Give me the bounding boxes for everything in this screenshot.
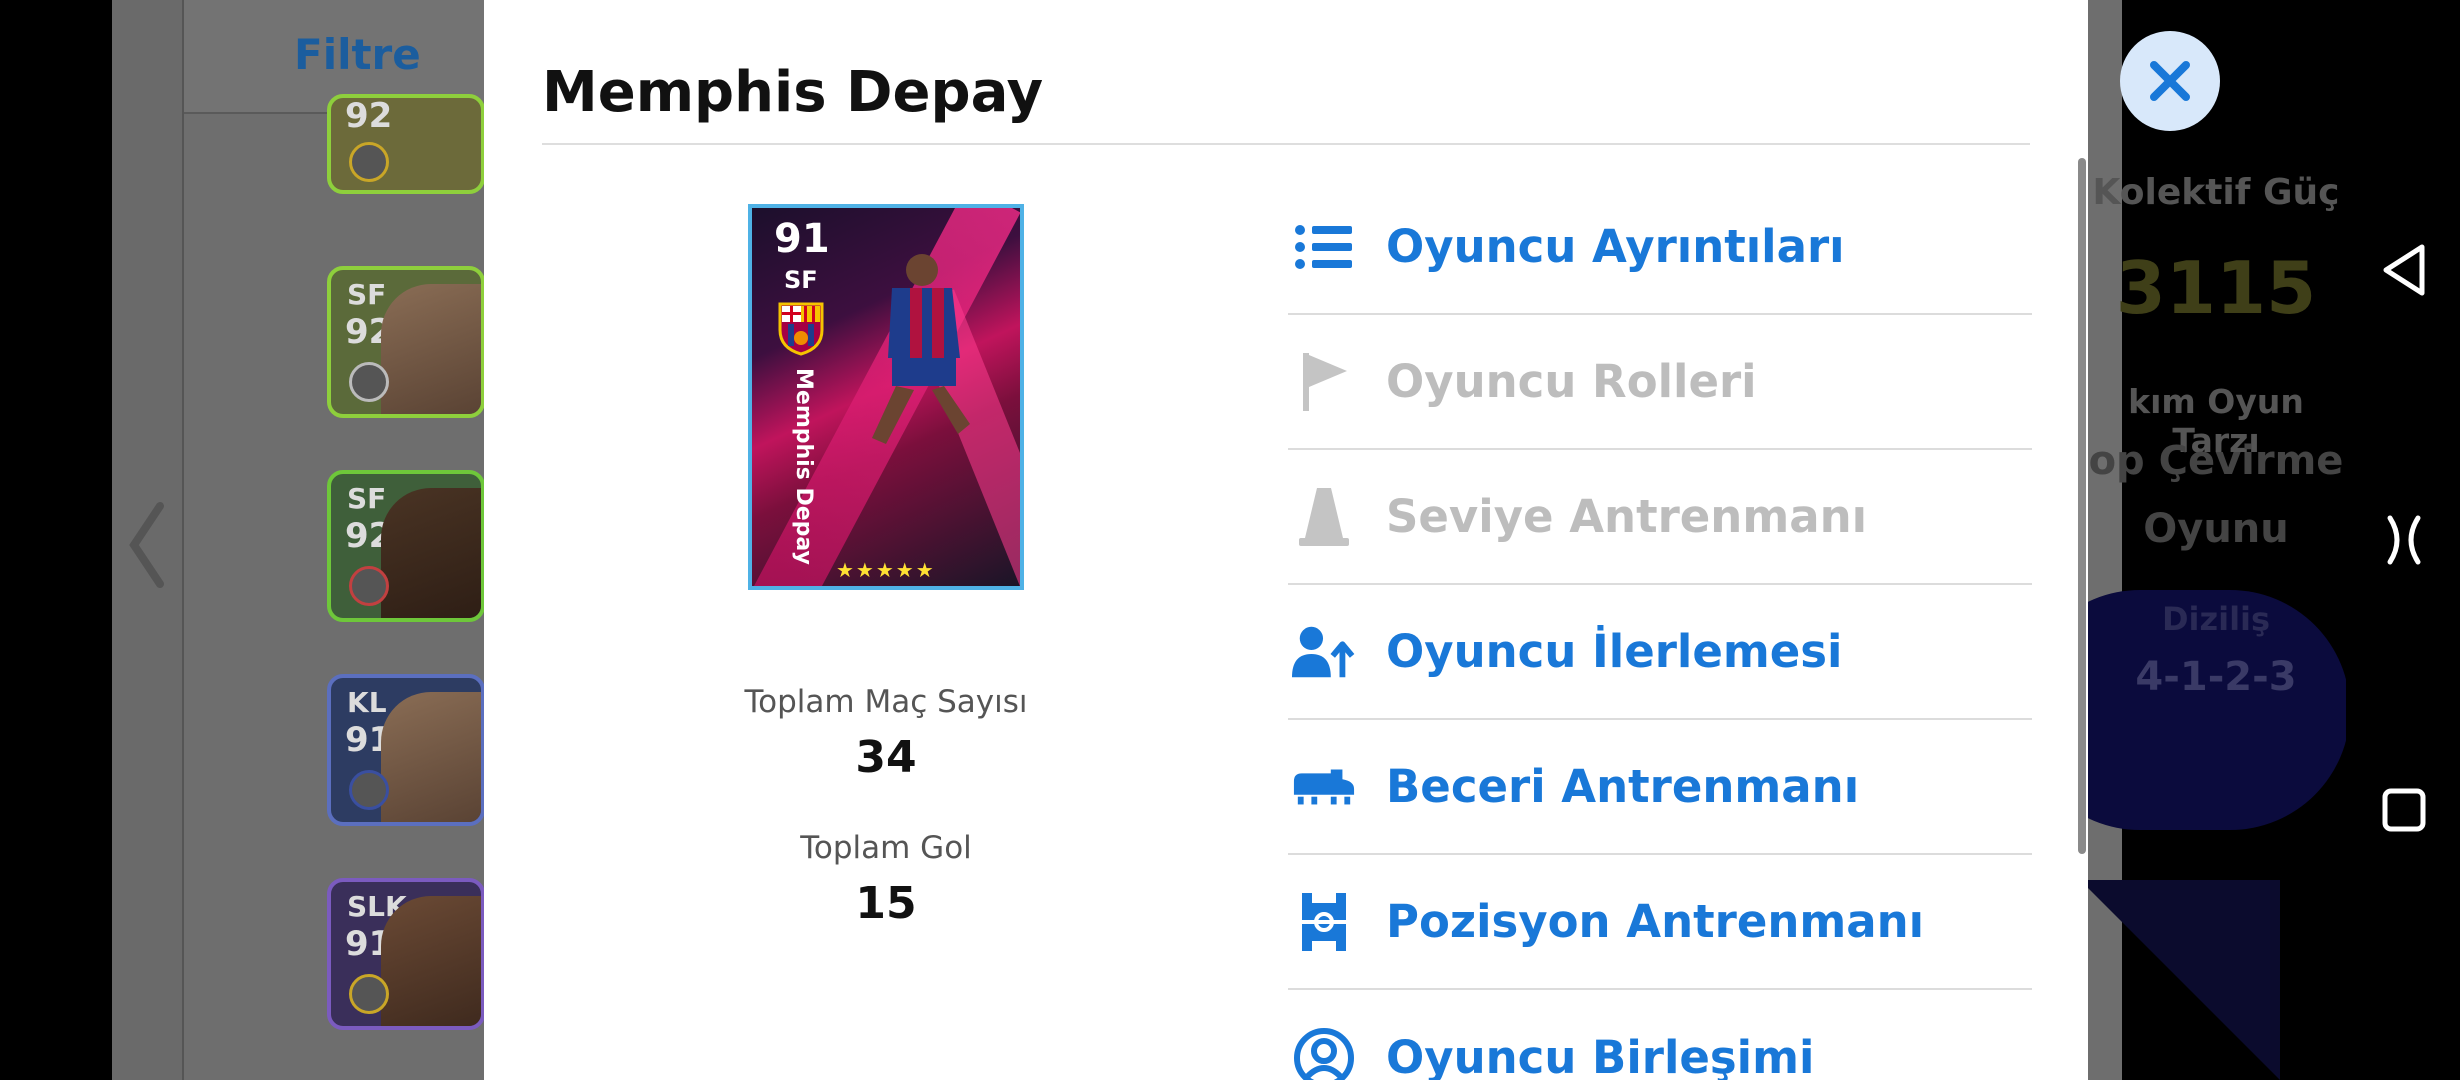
menu-label: Oyuncu İlerlemesi bbox=[1386, 625, 1843, 678]
background-player-card[interactable]: SLK 91 bbox=[327, 878, 485, 1030]
background-left-column bbox=[112, 0, 184, 1080]
menu-label: Beceri Antrenmanı bbox=[1386, 760, 1860, 813]
club-badge-icon bbox=[349, 974, 389, 1014]
menu-label: Oyuncu Rolleri bbox=[1386, 355, 1757, 408]
pitch-icon bbox=[1292, 890, 1356, 954]
player-options-menu: Oyuncu Ayrıntıları Oyuncu Rolleri Seviye… bbox=[1288, 180, 2032, 1080]
club-badge-icon bbox=[349, 770, 389, 810]
cone-icon bbox=[1292, 485, 1356, 549]
menu-item-player-progression[interactable]: Oyuncu İlerlemesi bbox=[1288, 585, 2032, 720]
club-badge-icon bbox=[349, 362, 389, 402]
background-team-info: Kolektif Güç 3115 kım Oyun Tarzı op Çevi… bbox=[2086, 0, 2346, 1080]
total-matches-value: 34 bbox=[855, 732, 917, 783]
player-image bbox=[872, 254, 970, 444]
android-nav-bar bbox=[2346, 0, 2460, 1080]
formation-label: Diziliş bbox=[2161, 600, 2271, 638]
square-icon bbox=[2382, 788, 2426, 832]
list-icon bbox=[1292, 215, 1356, 279]
total-goals-value: 15 bbox=[855, 878, 917, 929]
collective-power-value: 3115 bbox=[2115, 246, 2317, 330]
home-button[interactable] bbox=[2376, 782, 2432, 838]
card-rating: 91 bbox=[774, 216, 830, 262]
player-face-icon bbox=[381, 284, 481, 414]
menu-item-position-training[interactable]: Pozisyon Antrenmanı bbox=[1288, 855, 2032, 990]
background-player-card[interactable]: SF 92 bbox=[327, 266, 485, 418]
background-player-card[interactable]: SF 92 bbox=[327, 470, 485, 622]
menu-item-player-details[interactable]: Oyuncu Ayrıntıları bbox=[1288, 180, 2032, 315]
background-player-card[interactable]: 92 bbox=[327, 94, 485, 194]
scrollbar[interactable] bbox=[2078, 158, 2086, 854]
menu-item-player-merge[interactable]: Oyuncu Birleşimi bbox=[1288, 990, 2032, 1080]
menu-label: Oyuncu Birleşimi bbox=[1386, 1031, 1815, 1080]
close-button[interactable] bbox=[2120, 31, 2220, 131]
menu-label: Oyuncu Ayrıntıları bbox=[1386, 220, 1845, 273]
player-face-icon bbox=[381, 692, 481, 822]
person-up-icon bbox=[1292, 620, 1356, 684]
card-position: KL bbox=[347, 686, 387, 719]
card-player-name: Memphis Depay bbox=[791, 368, 816, 565]
club-crest-icon bbox=[778, 302, 824, 356]
multitask-button[interactable] bbox=[2376, 512, 2432, 568]
menu-item-player-roles: Oyuncu Rolleri bbox=[1288, 315, 2032, 450]
player-card[interactable]: 91 SF Memphis Depay ★★★★★ bbox=[748, 204, 1024, 590]
menu-item-level-training: Seviye Antrenmanı bbox=[1288, 450, 2032, 585]
filter-button[interactable]: Filtre bbox=[294, 30, 421, 79]
close-icon bbox=[2150, 61, 2190, 101]
card-stars: ★★★★★ bbox=[836, 558, 936, 582]
player-face-icon bbox=[381, 488, 481, 618]
modal-title: Memphis Depay bbox=[542, 60, 1044, 125]
collective-power-label: Kolektif Güç bbox=[2092, 172, 2340, 213]
card-position: SF bbox=[784, 266, 818, 294]
club-badge-icon bbox=[349, 566, 389, 606]
total-goals-label: Toplam Gol bbox=[800, 830, 972, 866]
card-position: SF bbox=[347, 278, 387, 311]
club-badge-icon bbox=[349, 142, 389, 182]
flag-icon bbox=[1292, 350, 1356, 414]
player-face-icon bbox=[381, 896, 481, 1026]
screen: Filtre 92 SF 92 SF 92 KL 91 SLK 91 Kolek… bbox=[0, 0, 2460, 1080]
menu-label: Pozisyon Antrenmanı bbox=[1386, 895, 1925, 948]
boot-icon bbox=[1292, 755, 1356, 819]
background-player-card[interactable]: KL 91 bbox=[327, 674, 485, 826]
player-options-modal: Memphis Depay 91 SF Memphis Depay ★★★★★ … bbox=[484, 0, 2088, 1080]
chevron-left-icon[interactable] bbox=[126, 500, 166, 590]
menu-label: Seviye Antrenmanı bbox=[1386, 490, 1868, 543]
card-position: SF bbox=[347, 482, 387, 515]
back-triangle-icon bbox=[2383, 244, 2425, 296]
team-style-value: op Çevirme bbox=[2088, 438, 2344, 484]
back-button[interactable] bbox=[2376, 242, 2432, 298]
formation-value: 4-1-2-3 bbox=[2135, 654, 2297, 700]
user-circle-icon bbox=[1292, 1026, 1356, 1080]
menu-item-skill-training[interactable]: Beceri Antrenmanı bbox=[1288, 720, 2032, 855]
team-style-value-cont: Oyunu bbox=[2143, 506, 2289, 552]
split-screen-icon bbox=[2387, 515, 2421, 565]
card-rating: 92 bbox=[345, 96, 393, 136]
total-matches-label: Toplam Maç Sayısı bbox=[744, 684, 1028, 720]
divider bbox=[542, 143, 2030, 145]
